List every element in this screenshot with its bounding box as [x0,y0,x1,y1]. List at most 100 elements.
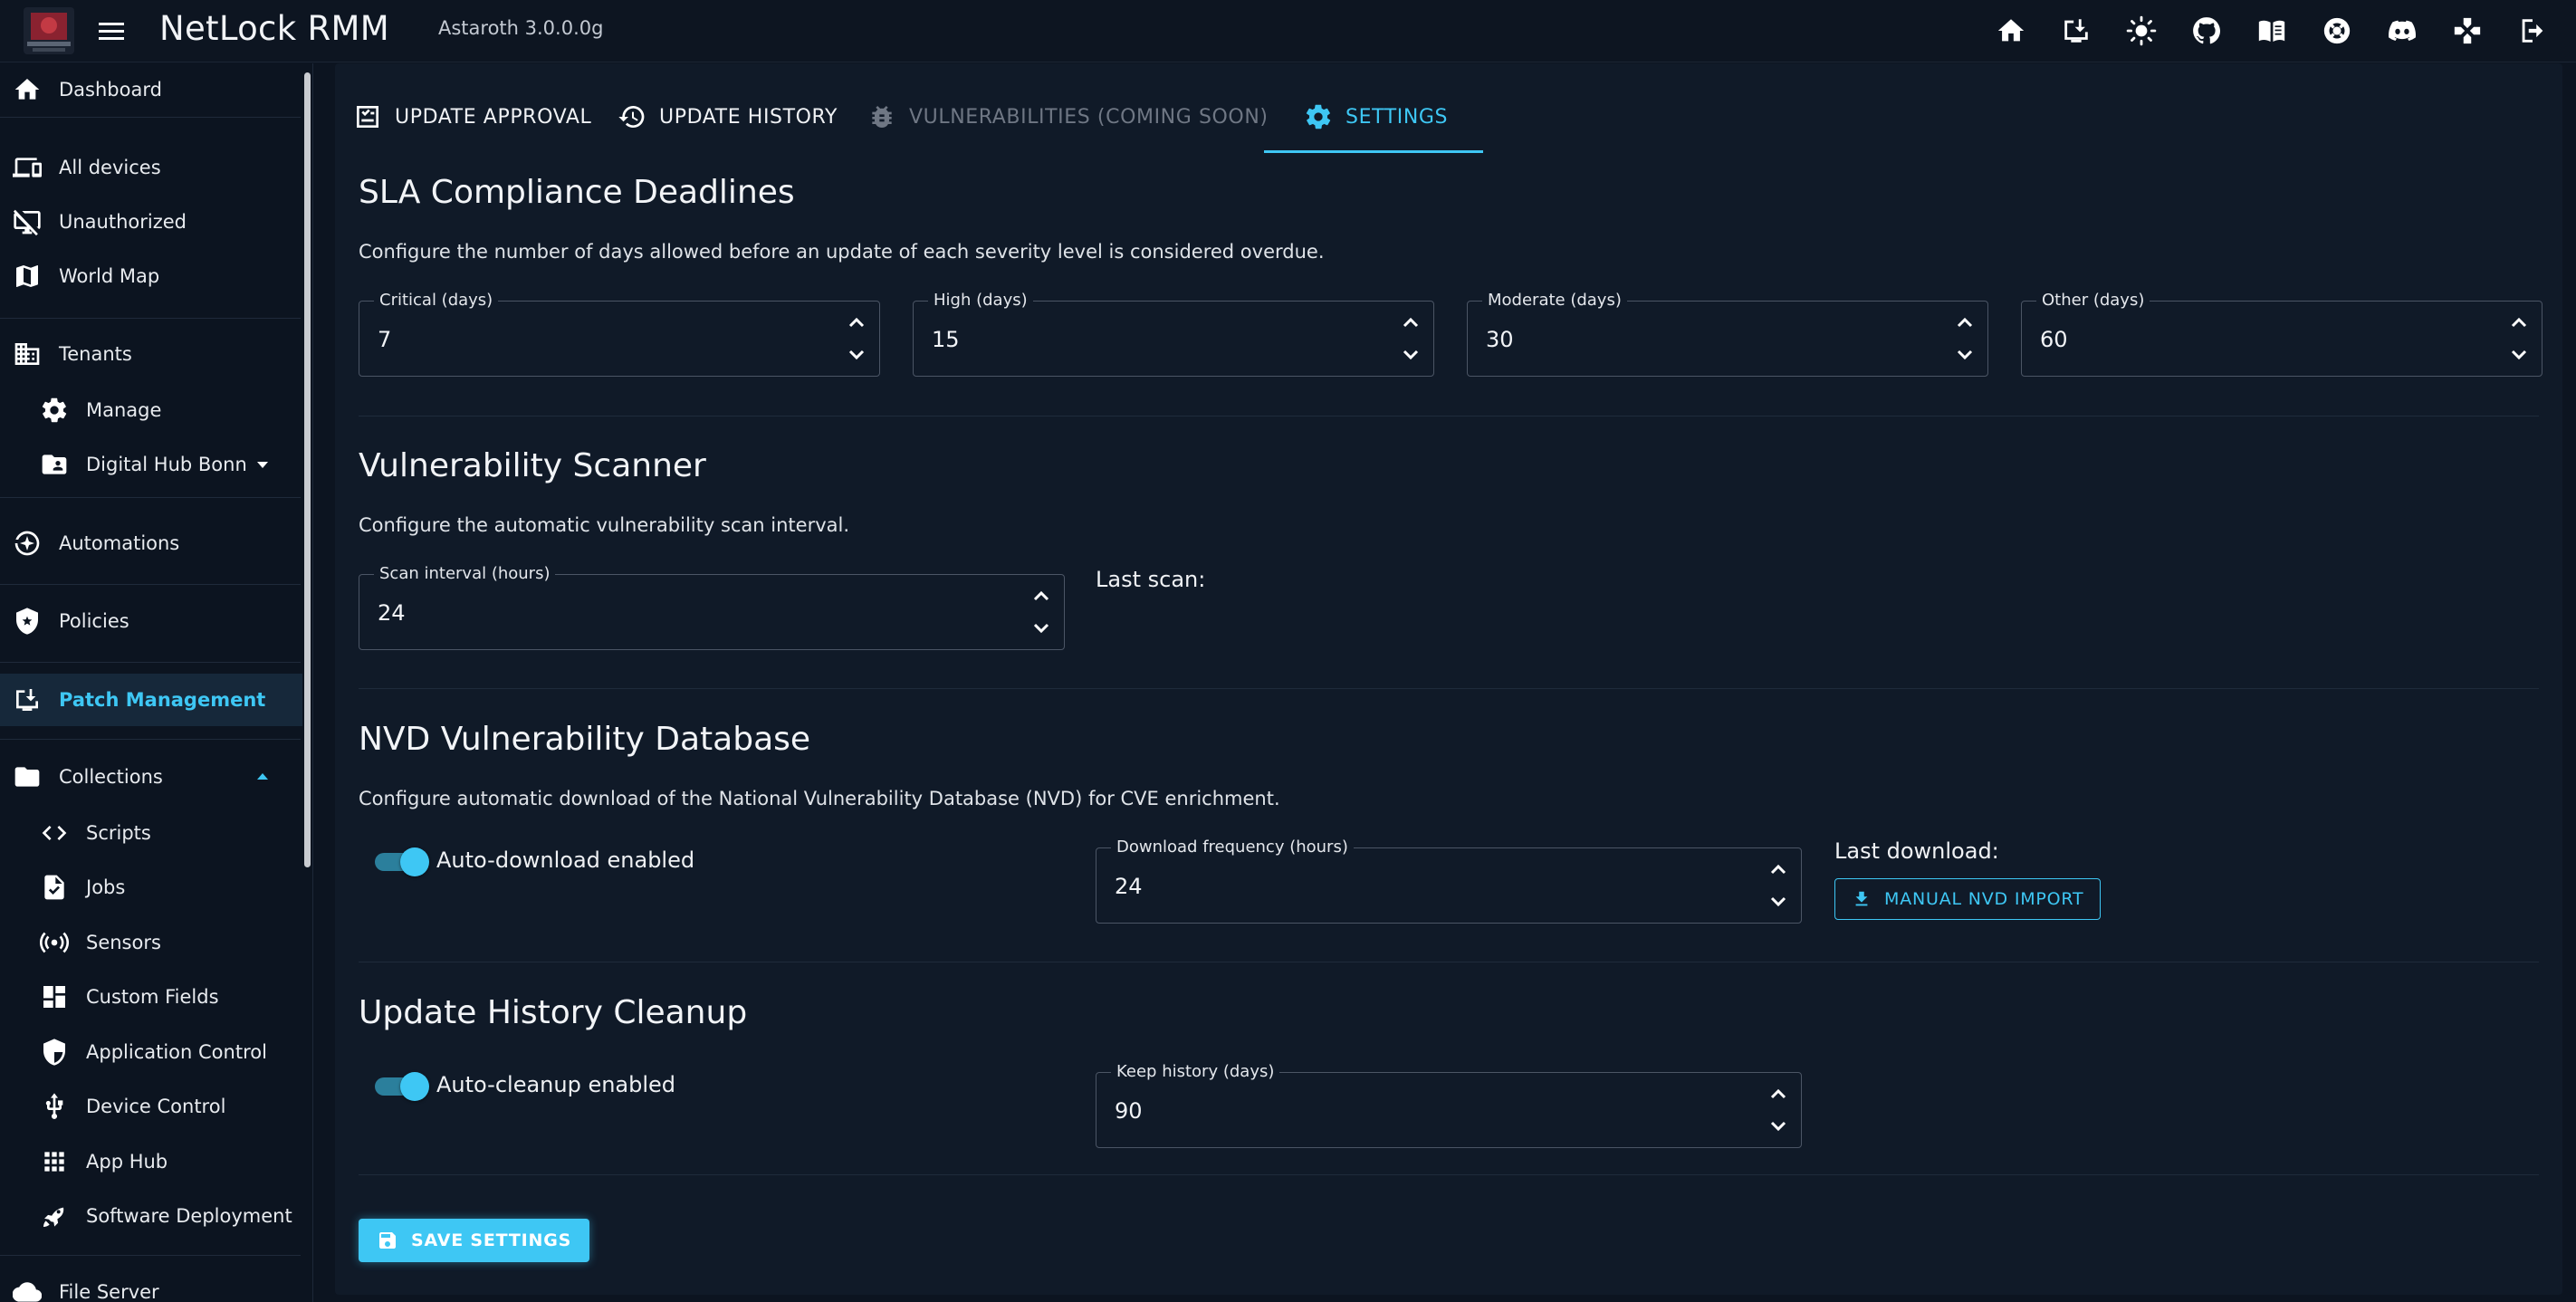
sla-section-title: SLA Compliance Deadlines [359,174,795,211]
download-icon[interactable] [2058,13,2094,49]
sidebar-scrollbar[interactable] [304,72,311,867]
decrement-icon[interactable] [1028,617,1055,640]
critical-days-field[interactable]: Critical (days) [359,291,880,377]
high-days-input[interactable] [932,327,1370,352]
menu-toggle-icon[interactable] [96,18,127,45]
logout-icon[interactable] [2514,13,2551,49]
button-label: SAVE SETTINGS [411,1230,572,1250]
nvd-section-description: Configure automatic download of the Nati… [359,788,1280,809]
download-frequency-input[interactable] [1115,874,1738,899]
folder-shared-icon [38,448,71,481]
increment-icon[interactable] [1951,311,1978,334]
sidebar-item-device-control[interactable]: Device Control [0,1080,302,1133]
sidebar-item-dashboard[interactable]: Dashboard [0,63,302,116]
sidebar-item-all-devices[interactable]: All devices [0,141,302,194]
decrement-icon[interactable] [2505,343,2533,367]
save-settings-button[interactable]: SAVE SETTINGS [359,1219,590,1262]
decrement-icon[interactable] [1765,1115,1792,1138]
sidebar-item-label: Jobs [86,876,126,898]
devices-icon [11,151,43,184]
sidebar-item-software-deployment[interactable]: Software Deployment [0,1190,302,1242]
docs-icon[interactable] [2254,13,2290,49]
active-tab-indicator [1264,150,1483,153]
increment-icon[interactable] [1397,311,1424,334]
sidebar-item-unauthorized[interactable]: Unauthorized [0,196,302,248]
moderate-days-input[interactable] [1486,327,1924,352]
home-icon[interactable] [1993,13,2029,49]
tab-vulnerabilities[interactable]: VULNERABILITIES (COMING SOON) [867,85,1269,148]
download-icon [1855,891,1868,906]
usb-icon [38,1090,71,1123]
moderate-days-field[interactable]: Moderate (days) [1467,291,1988,377]
github-icon[interactable] [2188,13,2225,49]
sidebar-divider [0,739,301,740]
cloud-icon [11,1276,43,1302]
sidebar-item-automations[interactable]: Automations [0,517,302,570]
sidebar-item-app-hub[interactable]: App Hub [0,1135,302,1188]
sidebar-divider [0,584,301,585]
topbar-icon-group [1993,13,2551,49]
sidebar-item-jobs[interactable]: Jobs [0,861,302,914]
sidebar-item-digital-hub-bonn[interactable]: Digital Hub Bonn [0,438,302,491]
increment-icon[interactable] [2505,311,2533,334]
manual-nvd-import-button[interactable]: MANUAL NVD IMPORT [1834,878,2102,920]
tab-settings[interactable]: SETTINGS [1304,85,1448,148]
save-icon [379,1232,396,1249]
sla-section-description: Configure the number of days allowed bef… [359,241,1325,263]
other-days-field[interactable]: Other (days) [2021,291,2542,377]
decrement-icon[interactable] [1397,343,1424,367]
sidebar-item-label: Dashboard [59,79,162,101]
tab-update-history[interactable]: UPDATE HISTORY [618,85,838,148]
toggle-knob [400,847,429,876]
support-icon[interactable] [2319,13,2355,49]
sidebar-item-scripts[interactable]: Scripts [0,807,302,859]
history-icon [618,105,645,128]
auto-download-label: Auto-download enabled [436,847,695,873]
sidebar-item-custom-fields[interactable]: Custom Fields [0,971,302,1023]
download-frequency-field[interactable]: Download frequency (hours) [1096,838,1802,924]
high-days-field[interactable]: High (days) [913,291,1434,377]
sidebar-item-tenants[interactable]: Tenants [0,328,302,380]
home-icon [11,73,43,106]
sidebar-item-sensors[interactable]: Sensors [0,916,302,969]
rocket-icon [38,1200,71,1232]
sidebar-item-application-control[interactable]: Application Control [0,1026,302,1078]
auto-cleanup-toggle[interactable] [375,1072,429,1101]
sidebar-item-patch-management[interactable]: Patch Management [0,674,302,726]
decrement-icon[interactable] [843,343,870,367]
sidebar-item-label: Device Control [86,1096,226,1117]
auto-download-toggle[interactable] [375,847,429,876]
sidebar-item-manage[interactable]: Manage [0,384,302,436]
sidebar-item-file-server[interactable]: File Server [0,1266,302,1302]
decrement-icon[interactable] [1765,890,1792,914]
increment-icon[interactable] [1765,1082,1792,1106]
sidebar-item-world-map[interactable]: World Map [0,250,302,302]
gamepad-icon[interactable] [2449,13,2485,49]
scan-interval-field[interactable]: Scan interval (hours) [359,564,1065,650]
increment-icon[interactable] [843,311,870,334]
sidebar-item-label: Tenants [59,343,132,365]
tab-label: UPDATE HISTORY [659,105,838,129]
toggle-knob [400,1072,429,1101]
field-label: Other (days) [2036,291,2150,310]
theme-icon[interactable] [2123,13,2159,49]
keep-history-field[interactable]: Keep history (days) [1096,1062,1802,1148]
keep-history-input[interactable] [1115,1098,1738,1124]
caret-up-icon[interactable] [254,768,272,786]
sidebar-divider [0,318,301,319]
scan-interval-input[interactable] [378,600,1001,626]
sidebar-item-policies[interactable]: Policies [0,595,302,647]
other-days-input[interactable] [2040,327,2478,352]
critical-days-input[interactable] [378,327,816,352]
decrement-icon[interactable] [1951,343,1978,367]
app-version: Astaroth 3.0.0.0g [438,17,604,39]
sidebar-item-collections[interactable]: Collections [0,751,302,803]
discord-icon[interactable] [2384,13,2420,49]
tab-update-approval[interactable]: UPDATE APPROVAL [353,85,591,148]
increment-icon[interactable] [1765,857,1792,881]
sidebar: Dashboard All devices Unauthorized World… [0,63,313,1302]
netlock-logo-icon[interactable] [20,5,78,56]
increment-icon[interactable] [1028,584,1055,608]
map-icon [11,260,43,292]
caret-down-icon[interactable] [254,455,272,474]
